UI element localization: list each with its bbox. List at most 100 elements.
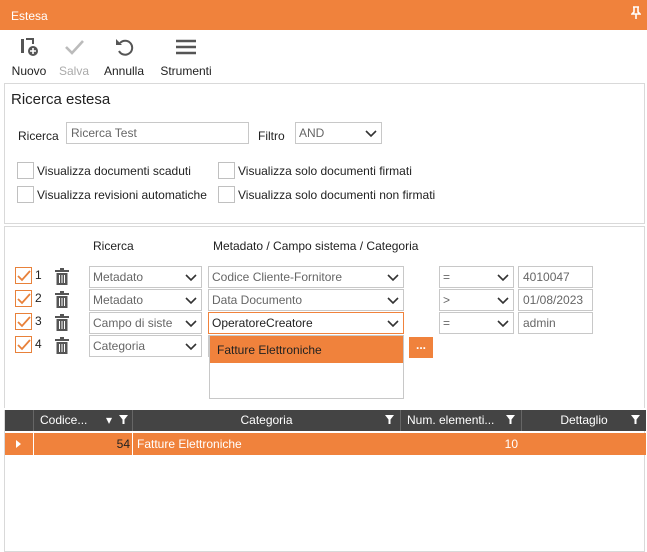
window-title: Estesa bbox=[11, 9, 48, 23]
option-checkbox-revisions[interactable] bbox=[17, 186, 34, 203]
grid-header-detail[interactable]: Dettaglio bbox=[522, 410, 646, 431]
row-field-value: Data Documento bbox=[212, 293, 303, 307]
new-document-icon bbox=[9, 30, 49, 64]
row-type-select[interactable]: Categoria bbox=[89, 335, 202, 357]
filter-icon[interactable] bbox=[385, 410, 394, 431]
chevron-down-icon bbox=[387, 274, 399, 282]
checkmark-icon bbox=[17, 270, 31, 282]
menu-icon bbox=[157, 30, 215, 64]
row-operator-value: > bbox=[443, 293, 451, 307]
grid-header-label: Num. elementi... bbox=[407, 413, 495, 427]
checkmark-icon bbox=[17, 293, 31, 305]
toolbar: Nuovo Salva Annulla Strumenti bbox=[0, 30, 647, 82]
table-row[interactable]: 54 Fatture Elettroniche 10 bbox=[5, 433, 646, 455]
row-value-input[interactable]: admin bbox=[518, 312, 593, 334]
option-label: Visualizza solo documenti firmati bbox=[238, 164, 412, 178]
cell-detail bbox=[522, 433, 646, 455]
window-titlebar: Estesa bbox=[0, 0, 647, 30]
row-type-value: Categoria bbox=[93, 339, 146, 353]
option-label: Visualizza documenti scaduti bbox=[37, 164, 191, 178]
search-panel: Ricerca estesa Ricerca Ricerca Test Filt… bbox=[4, 83, 645, 224]
trash-icon[interactable] bbox=[55, 314, 69, 334]
row-field-value: Codice Cliente-Fornitore bbox=[212, 270, 343, 284]
row-number: 2 bbox=[35, 291, 42, 305]
checkmark-icon bbox=[17, 339, 31, 351]
row-operator-select[interactable]: = bbox=[439, 312, 514, 334]
row-field-value: OperatoreCreatore bbox=[212, 316, 313, 330]
row-field-select[interactable]: Codice Cliente-Fornitore bbox=[208, 266, 404, 288]
undo-icon bbox=[100, 30, 148, 64]
chevron-down-icon bbox=[387, 320, 399, 328]
filter-icon[interactable] bbox=[631, 410, 640, 431]
trash-icon[interactable] bbox=[55, 337, 69, 357]
grid-header-label: Dettaglio bbox=[560, 413, 608, 427]
search-label: Ricerca bbox=[18, 129, 59, 143]
sort-down-icon[interactable]: ▾ bbox=[106, 410, 112, 431]
chevron-down-icon bbox=[185, 320, 197, 328]
row-value-input[interactable]: 01/08/2023 bbox=[518, 289, 593, 311]
row-checkbox[interactable] bbox=[15, 267, 32, 284]
row-checkbox[interactable] bbox=[15, 313, 32, 330]
filter-value: AND bbox=[299, 126, 325, 140]
row-type-value: Metadato bbox=[93, 293, 144, 307]
chevron-down-icon bbox=[497, 274, 509, 282]
row-field-select[interactable]: OperatoreCreatore bbox=[208, 312, 404, 334]
trash-icon[interactable] bbox=[55, 291, 69, 311]
new-button[interactable]: Nuovo bbox=[9, 30, 49, 78]
filter-icon[interactable] bbox=[506, 410, 515, 431]
new-label: Nuovo bbox=[11, 64, 47, 78]
grid-header-label: Codice... bbox=[40, 413, 88, 427]
row-number: 4 bbox=[35, 337, 42, 351]
tools-button[interactable]: Strumenti bbox=[157, 30, 215, 78]
undo-button[interactable]: Annulla bbox=[100, 30, 148, 78]
chevron-down-icon bbox=[387, 297, 399, 305]
more-button[interactable]: ... bbox=[409, 337, 433, 358]
chevron-down-icon bbox=[185, 343, 197, 351]
chevron-down-icon bbox=[497, 320, 509, 328]
undo-label: Annulla bbox=[103, 64, 145, 78]
criteria-col-field: Metadato / Campo sistema / Categoria bbox=[213, 239, 419, 253]
criteria-col-search: Ricerca bbox=[93, 239, 134, 253]
cell-count: 10 bbox=[504, 437, 518, 451]
row-operator-value: = bbox=[443, 270, 451, 284]
trash-icon[interactable] bbox=[55, 268, 69, 288]
grid-header-label: Categoria bbox=[240, 413, 293, 427]
row-checkbox[interactable] bbox=[15, 290, 32, 307]
checkmark-icon bbox=[17, 316, 31, 328]
row-type-value: Campo di siste bbox=[93, 316, 173, 330]
grid-header-code[interactable]: Codice... ▾ bbox=[34, 410, 133, 431]
row-type-select[interactable]: Metadato bbox=[89, 289, 202, 311]
cell-category: Fatture Elettroniche bbox=[137, 437, 242, 451]
filter-select[interactable]: AND bbox=[295, 122, 382, 144]
tools-label: Strumenti bbox=[160, 64, 212, 78]
row-checkbox[interactable] bbox=[15, 336, 32, 353]
row-type-select[interactable]: Metadato bbox=[89, 266, 202, 288]
save-button[interactable]: Salva bbox=[56, 30, 92, 78]
option-label: Visualizza solo documenti non firmati bbox=[238, 188, 436, 202]
grid-header-count[interactable]: Num. elementi... bbox=[401, 410, 522, 431]
section-title: Ricerca estesa bbox=[11, 91, 111, 108]
row-operator-value: = bbox=[443, 316, 451, 330]
dropdown-option[interactable]: Fatture Elettroniche bbox=[210, 336, 403, 363]
row-operator-select[interactable]: = bbox=[439, 266, 514, 288]
option-checkbox-expired[interactable] bbox=[17, 162, 34, 179]
grid-header-selector bbox=[5, 410, 34, 431]
check-icon bbox=[56, 30, 92, 64]
option-checkbox-unsigned[interactable] bbox=[218, 186, 235, 203]
row-type-value: Metadato bbox=[93, 270, 144, 284]
filter-icon[interactable] bbox=[119, 410, 128, 431]
search-input[interactable]: Ricerca Test bbox=[66, 122, 249, 144]
pin-icon[interactable] bbox=[630, 6, 642, 23]
grid-header-category[interactable]: Categoria bbox=[133, 410, 401, 431]
row-operator-select[interactable]: > bbox=[439, 289, 514, 311]
row-selector-arrow-icon[interactable] bbox=[5, 433, 34, 455]
row-field-select[interactable]: Data Documento bbox=[208, 289, 404, 311]
field-dropdown-list: Fatture Elettroniche bbox=[209, 335, 404, 399]
row-number: 1 bbox=[35, 268, 42, 282]
row-value-input[interactable]: 4010047 bbox=[518, 266, 593, 288]
option-label: Visualizza revisioni automatiche bbox=[37, 188, 207, 202]
option-checkbox-signed[interactable] bbox=[218, 162, 235, 179]
chevron-down-icon bbox=[185, 274, 197, 282]
row-number: 3 bbox=[35, 314, 42, 328]
row-type-select[interactable]: Campo di siste bbox=[89, 312, 202, 334]
